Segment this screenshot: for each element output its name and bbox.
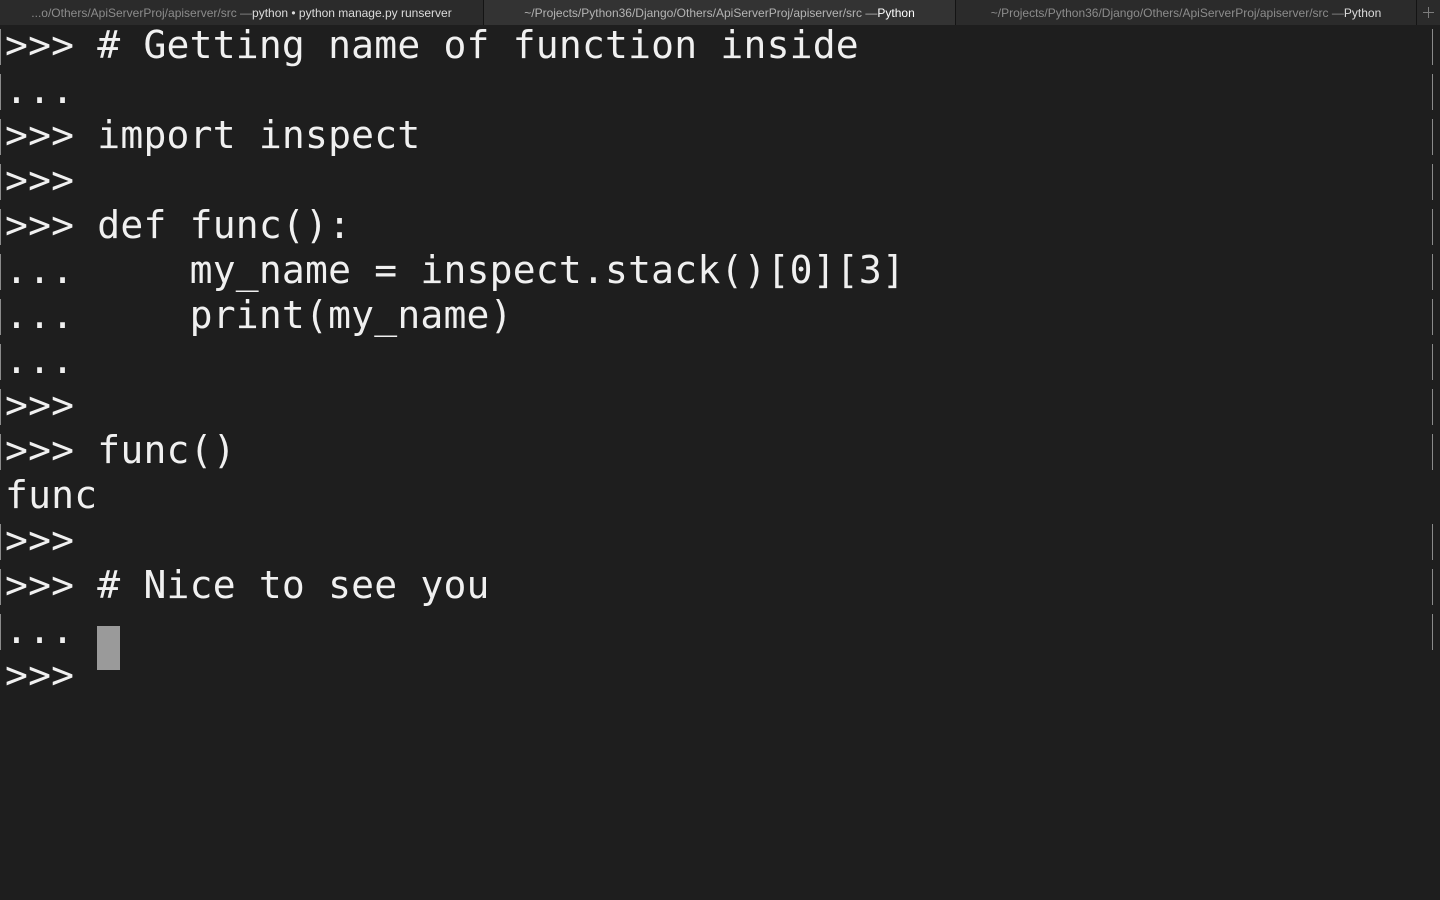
terminal-line-text: ... <box>5 68 75 112</box>
tab-bar: ...o/Others/ApiServerProj/apiserver/src … <box>0 0 1440 25</box>
tab-process: Python <box>877 5 915 20</box>
tab-process: Python <box>1343 5 1382 20</box>
terminal-line-text: >>> <box>5 518 75 562</box>
command-mark-right <box>1432 74 1434 110</box>
new-tab-button[interactable] <box>1417 0 1440 25</box>
terminal-line-text: func <box>5 473 98 517</box>
terminal-line: >>> <box>0 385 1440 430</box>
terminal-line-text: ... <box>5 608 75 652</box>
command-mark-left <box>0 29 2 65</box>
terminal-line: >>> import inspect <box>0 115 1440 160</box>
command-mark-left <box>0 299 2 335</box>
tab-python[interactable]: ~/Projects/Python36/Django/Others/ApiSer… <box>956 0 1417 25</box>
command-mark-left <box>0 389 2 425</box>
command-mark-right <box>1432 299 1434 335</box>
terminal-line: ... my_name = inspect.stack()[0][3] <box>0 250 1440 295</box>
command-mark-right <box>1432 614 1434 650</box>
command-mark-left <box>0 74 2 110</box>
command-mark-left <box>0 614 2 650</box>
command-mark-right <box>1432 209 1434 245</box>
command-mark-left <box>0 569 2 605</box>
terminal-line-text: >>> def func(): <box>5 203 352 247</box>
terminal-line-text: >>> <box>5 158 75 202</box>
tab-path: ~/Projects/Python36/Django/Others/ApiSer… <box>990 5 1344 20</box>
terminal-line: >>> <box>0 655 1440 700</box>
command-mark-right <box>1432 389 1434 425</box>
terminal-line: ... <box>0 70 1440 115</box>
tab-runserver[interactable]: ...o/Others/ApiServerProj/apiserver/src … <box>0 0 484 25</box>
terminal-line-text: >>> import inspect <box>5 113 421 157</box>
terminal-cursor <box>97 626 120 670</box>
terminal-line: >>> # Getting name of function inside <box>0 25 1440 70</box>
command-mark-left <box>0 344 2 380</box>
command-mark-left <box>0 209 2 245</box>
command-mark-right <box>1432 569 1434 605</box>
command-mark-left <box>0 254 2 290</box>
terminal-line-text: >>> <box>5 653 98 697</box>
command-mark-left <box>0 119 2 155</box>
terminal-line: ... print(my_name) <box>0 295 1440 340</box>
tab-path: ~/Projects/Python36/Django/Others/ApiSer… <box>524 5 878 20</box>
terminal-line-text: >>> <box>5 383 75 427</box>
plus-icon <box>1423 7 1434 18</box>
terminal-line: >>> # Nice to see you <box>0 565 1440 610</box>
terminal-line-text: >>> func() <box>5 428 236 472</box>
terminal-line-text: ... print(my_name) <box>5 293 513 337</box>
terminal-line-text: >>> # Getting name of function inside <box>5 23 859 67</box>
terminal-line: ... <box>0 340 1440 385</box>
terminal-line: >>> <box>0 160 1440 205</box>
command-mark-left <box>0 524 2 560</box>
tab-process: python • python manage.py runserver <box>252 5 452 20</box>
command-mark-right <box>1432 524 1434 560</box>
terminal-line: ... <box>0 610 1440 655</box>
terminal-line: >>> <box>0 520 1440 565</box>
terminal-line: >>> func() <box>0 430 1440 475</box>
command-mark-left <box>0 434 2 470</box>
command-mark-right <box>1432 164 1434 200</box>
command-mark-right <box>1432 344 1434 380</box>
terminal-line: func <box>0 475 1440 520</box>
terminal-line: >>> def func(): <box>0 205 1440 250</box>
terminal-line-text: >>> # Nice to see you <box>5 563 490 607</box>
command-mark-left <box>0 164 2 200</box>
tab-python-active[interactable]: ~/Projects/Python36/Django/Others/ApiSer… <box>484 0 956 25</box>
terminal-output[interactable]: >>> # Getting name of function inside...… <box>0 25 1440 900</box>
command-mark-right <box>1432 254 1434 290</box>
terminal-line-text: ... <box>5 338 75 382</box>
tab-path: ...o/Others/ApiServerProj/apiserver/src … <box>31 5 253 20</box>
command-mark-right <box>1432 434 1434 470</box>
command-mark-right <box>1432 29 1434 65</box>
command-mark-right <box>1432 119 1434 155</box>
terminal-line-text: ... my_name = inspect.stack()[0][3] <box>5 248 906 292</box>
